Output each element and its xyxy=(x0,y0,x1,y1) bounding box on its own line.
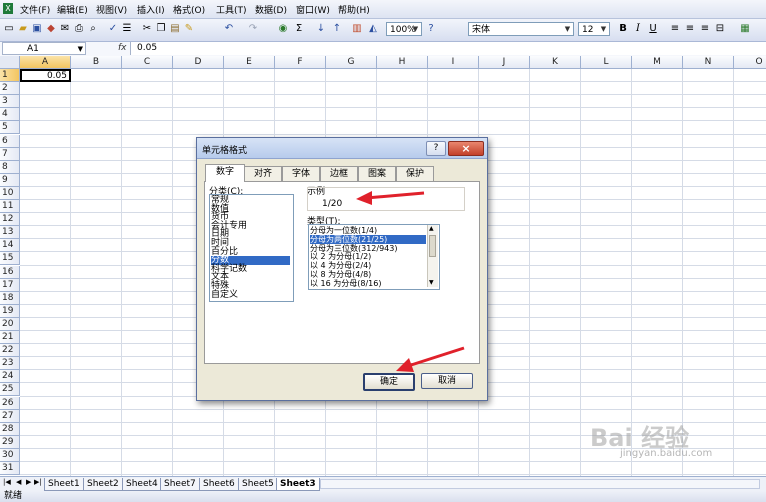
annotation-arrows xyxy=(356,191,465,372)
arrow-to-ok xyxy=(396,346,465,372)
tab-number[interactable]: 数字 xyxy=(205,164,245,182)
arrow-to-sample xyxy=(356,191,425,205)
